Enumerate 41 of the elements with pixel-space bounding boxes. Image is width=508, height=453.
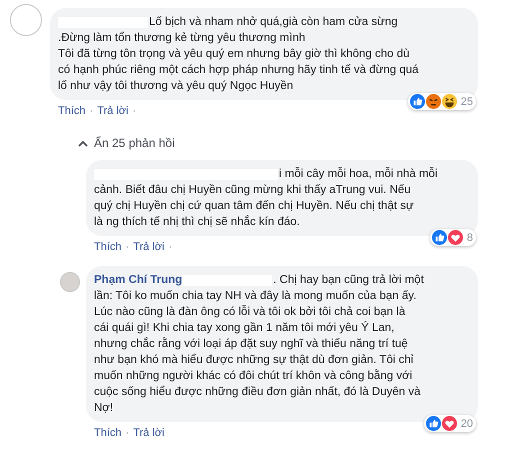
comment-text: . Chị hay bạn cũng trả lời một [273,273,424,288]
comment-text: muốn những người khác có đôi chút trí khôn và công bằng với [94,368,412,384]
separator-dot: · [132,104,136,118]
separator-dot: · [126,240,130,254]
angry-face-icon [426,94,441,109]
hide-replies-button[interactable]: Ẩn 25 phản hồi [78,136,175,150]
comment-text: lần: Tôi ko muốn chia tay NH và đây là mong muốn của bạn ấy. [94,289,416,304]
chevron-icon [78,140,88,146]
comment-text: quý chị Huyền chị cứ quan tâm đến chị Huyền. Nếu chị thật sự [94,199,414,214]
comment-text: Lố bịch và nham nhở quá,già còn ham cửa sừng [149,15,398,30]
comment-action-link[interactable]: Trả lời [133,426,164,440]
laughing-face-icon [442,94,457,109]
separator-dot: · [90,104,94,118]
heart-reaction-icon [442,416,457,431]
comment-action-link[interactable]: Thích [94,240,122,254]
separator-dot: · [126,426,130,440]
like-reaction-icon [432,230,447,245]
comment-text: .Đừng làm tổn thương kẻ từng yêu thương mình [58,30,306,46]
comment-text: Tôi đã từng tôn trọng và yêu quý em nhưng bây giờ thì không cho dù [58,47,410,62]
comment-text: là ng thích tế nhị thì chị sẽ nhắc kín đáo. [94,214,300,230]
comment-text: như bạn khó mà hiểu được những sự thật dù đơn giản. Tôi chỉ [94,352,414,368]
heart-reaction-icon [448,230,463,245]
comment-text: i mỗi cây mỗi hoa, mỗi nhà mỗi [279,166,438,182]
comment-text: cảnh. Biết đâu chị Huyền cũng mừng khi thấy aTrung vui. Nếu [94,183,411,198]
like-reaction-icon [426,416,441,431]
comment-text: lố như vậy tôi thương và yêu quý Ngọc Huyền [58,79,294,94]
avatar[interactable] [10,4,42,36]
comment-text: nhưng chắc rằng với loại áp đặt suy nghĩ và thiếu năng trí tuệ [94,336,408,352]
comment-text: có hạnh phúc riêng một cách hợp pháp nhưng hãy tinh tế và đừng quá [58,63,419,78]
comment-text: Nợ! [94,401,114,416]
author-name[interactable]: Phạm Chí Trung [94,272,182,288]
comment-action-link[interactable]: Trả lời [97,104,128,118]
avatar[interactable] [60,272,80,292]
comment-action-link[interactable]: Trả lời [133,240,164,254]
comment-text: Lúc nào cũng là đàn ông có lỗi và tôi ok bởi tôi chả coi bạn là [94,304,406,320]
comment-text: cuộc sống hiểu được những điều đơn giản nhất, đó là Duyên và [94,384,421,400]
like-reaction-icon [410,94,425,109]
comment-action-link[interactable]: Thích [58,104,86,118]
separator-dot: · [168,240,172,254]
comment-text: cái quái gì! Khi chia tay xong gần 1 năm tôi mới yêu Ý Lan, [94,320,394,336]
comment-action-link[interactable]: Thích [94,426,122,440]
